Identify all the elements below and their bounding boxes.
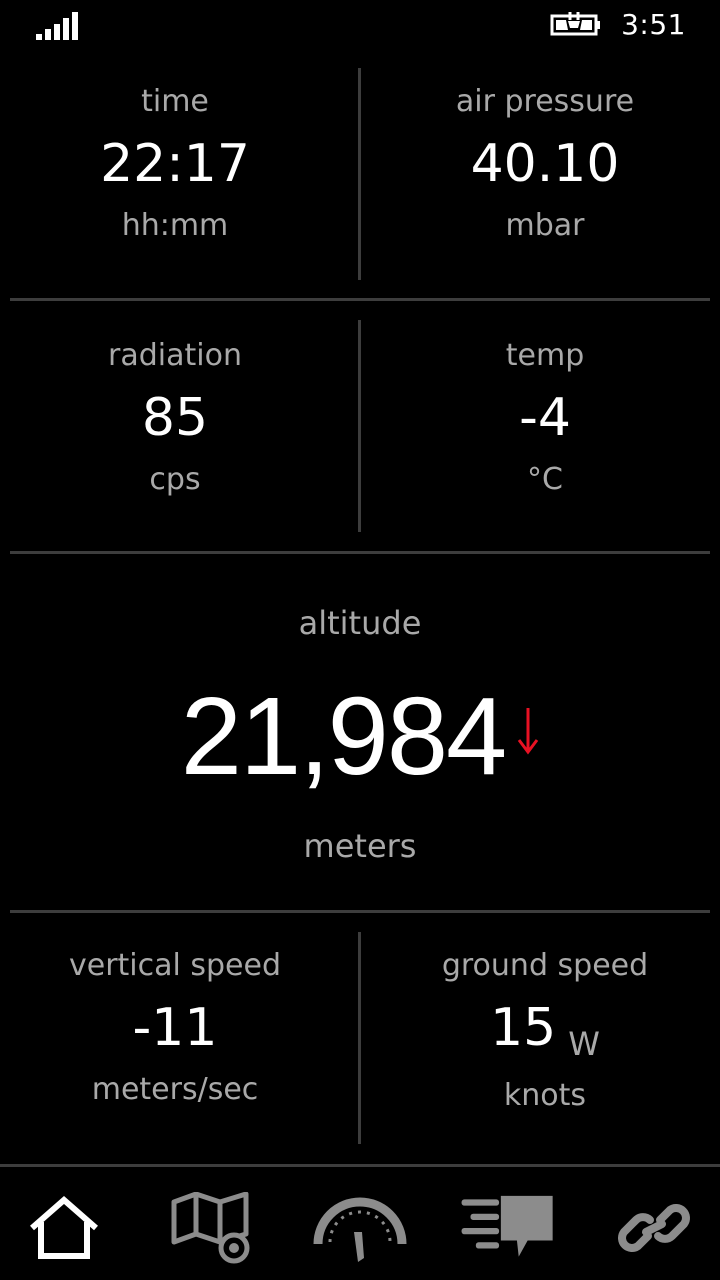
vertical-speed-value: -11 [132,998,218,1058]
ground-speed-value: 15 [490,998,557,1058]
temp-label: temp [505,338,585,373]
row2-vertical-divider [358,320,361,532]
ground-speed-value-row: 15 W [370,998,720,1064]
altitude-horizontal-divider [10,910,710,913]
temp-value: -4 [519,388,571,448]
vertical-speed-label: vertical speed [68,948,282,983]
nav-gauge-button[interactable] [310,1186,410,1270]
speedometer-icon [313,1197,407,1262]
time-value: 22:17 [100,134,250,194]
bottom-nav-bar [0,1168,720,1280]
radiation-value: 85 [141,388,209,448]
messages-icon [461,1195,553,1257]
nav-link-button[interactable] [604,1186,704,1270]
row1-horizontal-divider [10,298,710,301]
row3-vertical-divider [358,932,361,1144]
row2-horizontal-divider [10,551,710,554]
ground-speed-label: ground speed [441,948,649,983]
temp-unit: °C [527,462,563,497]
altitude-label: altitude [298,604,422,642]
home-icon [30,1196,98,1259]
time-label: time [141,84,209,119]
nav-map-button[interactable] [164,1186,264,1270]
nav-messages-button[interactable] [458,1186,558,1270]
vertical-speed-unit: meters/sec [91,1072,259,1107]
nav-top-divider [0,1164,720,1167]
air-pressure-value: 40.10 [470,134,620,194]
ground-speed-unit: knots [503,1078,587,1113]
time-unit: hh:mm [121,208,229,243]
link-icon [618,1204,690,1252]
radiation-label: radiation [108,338,242,373]
altitude-value: 21,984 [180,675,507,798]
altitude-unit: meters [303,827,417,865]
map-icon [171,1192,250,1264]
row1-vertical-divider [358,68,361,280]
radiation-unit: cps [149,462,201,497]
air-pressure-unit: mbar [505,208,585,243]
ground-speed-direction: W [568,1025,600,1063]
radiation-tile: radiation 85 cps [0,338,350,498]
arrow-down-icon [518,708,539,755]
altitude-readout: 21,984 [0,672,720,802]
air-pressure-tile: air pressure 40.10 mbar [370,84,720,244]
status-clock: 3:51 [621,8,686,41]
status-bar: 3:51 [0,0,720,50]
signal-strength-icon [36,12,78,40]
air-pressure-label: air pressure [455,84,635,119]
battery-charging-icon [550,12,600,36]
ground-speed-tile: ground speed 15 W knots [370,948,720,1114]
nav-home-button[interactable] [14,1186,114,1270]
vertical-speed-tile: vertical speed -11 meters/sec [0,948,350,1108]
time-tile: time 22:17 hh:mm [0,84,350,244]
temp-tile: temp -4 °C [370,338,720,498]
